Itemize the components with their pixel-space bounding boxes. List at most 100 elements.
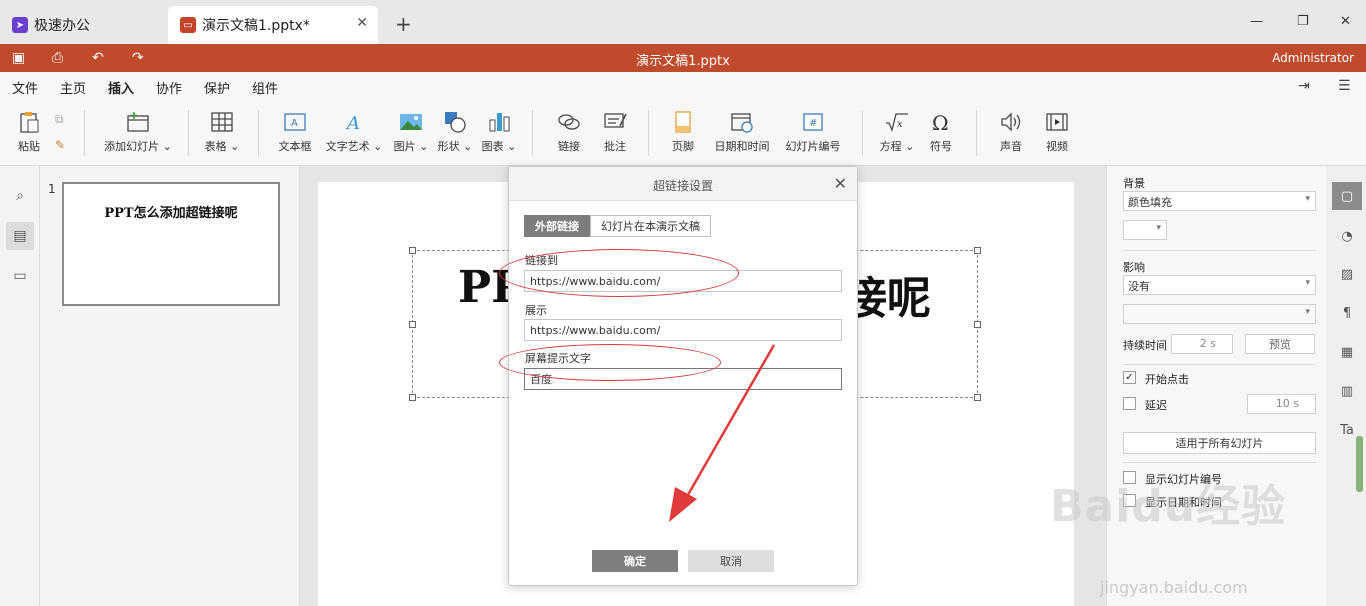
ok-button[interactable]: 确定 (592, 550, 678, 572)
chart-settings-icon[interactable]: ▥ (1332, 377, 1362, 405)
duration-label: 持续时间 (1123, 339, 1167, 352)
resize-handle[interactable] (974, 247, 981, 254)
close-tab-icon[interactable]: ✕ (356, 15, 368, 31)
shape-settings-icon[interactable]: ◔ (1332, 222, 1362, 250)
image-settings-icon[interactable]: ▨ (1332, 260, 1362, 288)
equation-button[interactable]: x 方程 ⌄ (878, 110, 916, 154)
image-button[interactable]: 图片 ⌄ (392, 110, 430, 154)
textbox-icon: A (282, 110, 308, 134)
tab-slide-in-presentation[interactable]: 幻灯片在本演示文稿 (590, 215, 711, 237)
apply-all-slides-button[interactable]: 适用于所有幻灯片 (1123, 432, 1316, 454)
hamburger-menu-icon[interactable]: ☰ (1338, 78, 1351, 94)
close-window-icon[interactable]: ✕ (1340, 14, 1351, 29)
watermark: Baidu经验 (1050, 481, 1287, 532)
effect-value: 没有 (1128, 280, 1150, 293)
paste-button[interactable]: 粘贴 (12, 110, 46, 154)
menu-collaborate[interactable]: 协作 (156, 78, 182, 97)
copy-icon[interactable]: ⧉ (55, 112, 64, 127)
slide-thumbnails-panel: 1 PPT怎么添加超链接呢 (40, 166, 300, 606)
svg-text:#: # (809, 118, 817, 129)
link-button[interactable]: 链接 (552, 110, 586, 154)
textart-button[interactable]: A 文字艺术 ⌄ (324, 110, 384, 154)
resize-handle[interactable] (974, 394, 981, 401)
divider (1123, 250, 1316, 251)
delay-checkbox[interactable] (1123, 397, 1136, 410)
textbox-button[interactable]: A 文本框 (276, 110, 314, 154)
format-painter-icon[interactable]: ✎ (55, 138, 65, 152)
browser-tab-strip: ➤ 极速办公 ▭ 演示文稿1.pptx* ✕ + — ❐ ✕ (0, 0, 1366, 44)
restore-icon[interactable]: ❐ (1297, 14, 1309, 29)
close-icon[interactable]: ✕ (834, 174, 847, 193)
slide-number-label: 幻灯片编号 (785, 140, 841, 153)
menu-insert[interactable]: 插入 (108, 78, 135, 102)
slide-number-button[interactable]: # 幻灯片编号 (782, 110, 844, 154)
add-slide-label: 添加幻灯片 ⌄ (104, 140, 172, 153)
textart-icon: A (341, 110, 367, 134)
video-button[interactable]: 视频 (1040, 110, 1074, 154)
slide-settings-icon[interactable]: ▢ (1332, 182, 1362, 210)
delay-stepper[interactable]: 10 s (1247, 394, 1316, 414)
tab-document[interactable]: ▭ 演示文稿1.pptx* ✕ (168, 6, 378, 44)
datetime-button[interactable]: 日期和时间 (710, 110, 774, 154)
ribbon-separator (648, 110, 649, 156)
open-location-icon[interactable]: ⇥ (1298, 78, 1310, 94)
add-slide-button[interactable]: 添加幻灯片 ⌄ (102, 110, 174, 154)
start-on-click-checkbox[interactable]: ✓ (1123, 371, 1136, 384)
textart-label: 文字艺术 ⌄ (325, 140, 383, 153)
audio-button[interactable]: 声音 (994, 110, 1028, 154)
paragraph-icon[interactable]: ¶ (1332, 299, 1362, 327)
color-picker[interactable]: ▾ (1123, 220, 1167, 240)
link-to-input[interactable] (524, 270, 842, 292)
slide-thumbnail[interactable]: PPT怎么添加超链接呢 (62, 182, 280, 306)
resize-handle[interactable] (409, 247, 416, 254)
footer-label: 页脚 (672, 140, 694, 153)
footer-button[interactable]: 页脚 (666, 110, 700, 154)
background-select[interactable]: 颜色填充 ▾ (1123, 191, 1316, 211)
menu-components[interactable]: 组件 (252, 78, 278, 97)
search-icon[interactable]: ⌕ (6, 182, 34, 210)
chart-button[interactable]: 图表 ⌄ (480, 110, 518, 154)
table-settings-icon[interactable]: ▦ (1332, 338, 1362, 366)
chevron-down-icon: ▾ (1305, 307, 1310, 317)
resize-handle[interactable] (974, 321, 981, 328)
slide-properties-panel: 背景 颜色填充 ▾ ▾ 影响 没有 ▾ ▾ 持续时间 2 s 预览 ✓ 开始点击… (1106, 166, 1326, 606)
duration-stepper[interactable]: 2 s (1171, 334, 1233, 354)
document-title: 演示文稿1.pptx (636, 54, 730, 69)
symbol-button[interactable]: Ω 符号 (924, 110, 958, 154)
background-value: 颜色填充 (1128, 196, 1172, 209)
menu-protect[interactable]: 保护 (204, 78, 230, 97)
comments-panel-icon[interactable]: ▭ (6, 262, 34, 290)
comment-button[interactable]: 批注 (598, 110, 632, 154)
tab-document-label: 演示文稿1.pptx* (202, 18, 310, 34)
shape-button[interactable]: 形状 ⌄ (436, 110, 474, 154)
right-icon-bar: ▢ ◔ ▨ ¶ ▦ ▥ Ta (1326, 166, 1366, 606)
dialog-header: 超链接设置 ✕ (509, 167, 857, 201)
add-tab-icon[interactable]: + (395, 12, 412, 36)
rocket-icon: ➤ (12, 17, 28, 33)
screen-tip-label: 屏幕提示文字 (525, 352, 591, 365)
effect-select[interactable]: 没有 ▾ (1123, 275, 1316, 295)
divider (1123, 462, 1316, 463)
tab-external-link[interactable]: 外部链接 (524, 215, 590, 237)
slides-panel-icon[interactable]: ▤ (6, 222, 34, 250)
video-label: 视频 (1046, 140, 1068, 153)
dialog-tabs: 外部链接 幻灯片在本演示文稿 (524, 215, 711, 237)
resize-handle[interactable] (409, 394, 416, 401)
audio-label: 声音 (1000, 140, 1022, 153)
start-on-click-label: 开始点击 (1145, 373, 1189, 386)
chevron-down-icon: ▾ (1156, 223, 1161, 233)
thumbnail-number: 1 (48, 182, 56, 196)
shape-label: 形状 ⌄ (437, 140, 473, 153)
background-label: 背景 (1123, 177, 1145, 190)
left-tool-bar: ⌕ ▤ ▭ (0, 166, 40, 606)
table-button[interactable]: 表格 ⌄ (204, 110, 240, 154)
preview-button[interactable]: 预览 (1245, 334, 1315, 354)
scrollbar-thumb[interactable] (1356, 436, 1363, 492)
tab-home[interactable]: ➤ 极速办公 (0, 6, 160, 44)
menu-file[interactable]: 文件 (12, 78, 38, 97)
minimize-icon[interactable]: — (1250, 14, 1263, 29)
effect-type-select[interactable]: ▾ (1123, 304, 1316, 324)
menu-home[interactable]: 主页 (60, 78, 86, 97)
cancel-button[interactable]: 取消 (688, 550, 774, 572)
resize-handle[interactable] (409, 321, 416, 328)
